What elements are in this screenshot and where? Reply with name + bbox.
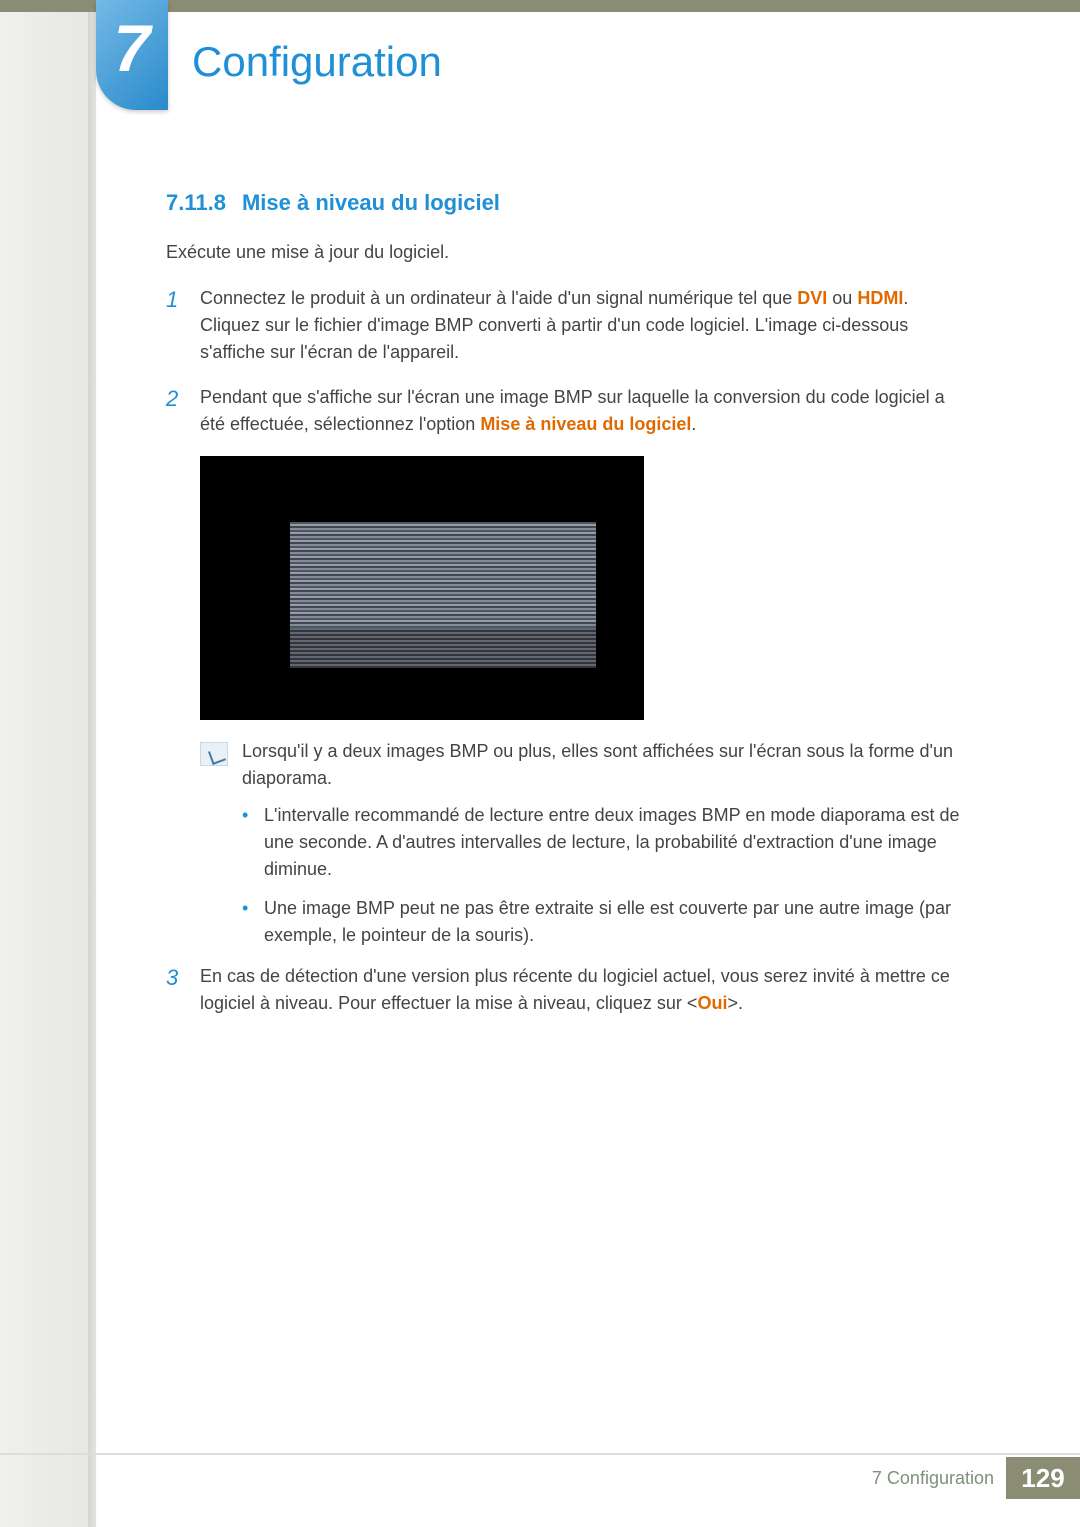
list-item: Une image BMP peut ne pas être extraite … [242,895,970,949]
left-margin-strip [0,0,96,1527]
page-number-box: 129 [1006,1457,1080,1499]
step-2: 2 Pendant que s'affiche sur l'écran une … [166,384,970,438]
step-3-text-pre: En cas de détection d'une version plus r… [200,966,950,1013]
step-number: 3 [166,961,178,994]
left-margin-shadow [88,0,98,1527]
step-number: 2 [166,382,178,415]
list-item: L'intervalle recommandé de lecture entre… [242,802,970,883]
bmp-noise-pattern [290,522,596,628]
note-bullet-list: L'intervalle recommandé de lecture entre… [242,802,970,949]
step-number: 1 [166,283,178,316]
step-3-text-post: >. [727,993,743,1013]
step-2-text-post: . [691,414,696,434]
step-1-text-mid: ou [827,288,857,308]
section-number: 7.11.8 [166,190,226,215]
step-1-text-pre: Connectez le produit à un ordinateur à l… [200,288,797,308]
step-1: 1 Connectez le produit à un ordinateur à… [166,285,970,366]
footer-separator [0,1453,1080,1455]
page-footer: 7 Configuration 129 [96,1457,1080,1499]
section-heading: 7.11.8 Mise à niveau du logiciel [166,190,970,216]
step-3: 3 En cas de détection d'une version plus… [166,963,970,1017]
footer-chapter-label: 7 Configuration [872,1468,994,1489]
step-3-oui: Oui [697,993,727,1013]
step-1-dvi: DVI [797,288,827,308]
note-block: Lorsqu'il y a deux images BMP ou plus, e… [200,738,970,792]
note-text: Lorsqu'il y a deux images BMP ou plus, e… [242,738,970,792]
section-intro: Exécute une mise à jour du logiciel. [166,242,970,263]
bmp-screen-illustration [200,456,644,720]
step-1-hdmi: HDMI [857,288,903,308]
chapter-number-badge: 7 [96,0,168,110]
step-2-option: Mise à niveau du logiciel [480,414,691,434]
content-area: 7.11.8 Mise à niveau du logiciel Exécute … [166,190,970,1035]
chapter-title: Configuration [192,38,442,86]
section-title: Mise à niveau du logiciel [242,190,500,215]
note-icon [200,742,228,766]
